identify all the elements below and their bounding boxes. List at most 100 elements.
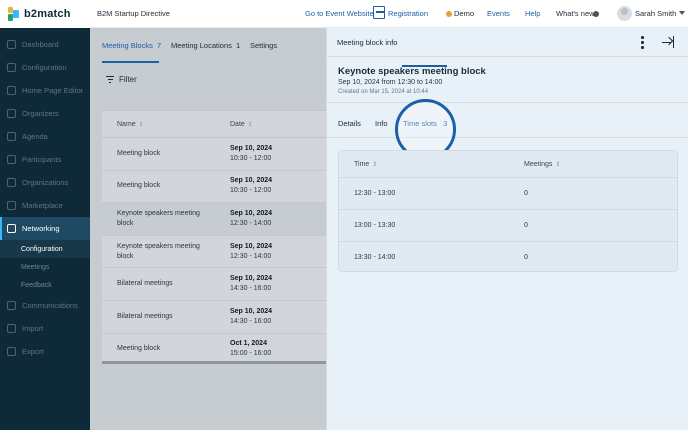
help-link[interactable]: Help (525, 9, 540, 18)
event-website-link[interactable]: Go to Event Website (305, 9, 374, 18)
row-date: Sep 10, 2024 14:30 - 16:00 (230, 307, 272, 327)
more-options-icon[interactable] (640, 36, 644, 49)
avatar[interactable] (617, 6, 632, 21)
table-header: Name ⇕ Date ⇕ (102, 111, 326, 138)
sidebar-item-export[interactable]: Export (0, 340, 90, 363)
sidebar-item-agenda[interactable]: Agenda (0, 125, 90, 148)
slot-meetings: 0 (524, 190, 528, 197)
user-name[interactable]: Sarah Smith (635, 9, 676, 18)
chat-icon (7, 301, 16, 310)
row-date: Sep 10, 2024 10:30 - 12:00 (230, 176, 272, 196)
sidebar-item-label: Organizations (22, 178, 69, 187)
meeting-block-info-panel: Meeting block info Keynote speakers meet… (326, 28, 688, 430)
tab-details[interactable]: Details (338, 119, 361, 128)
slot-time: 13:30 - 14:00 (354, 254, 396, 261)
row-name: Keynote speakers meeting block (117, 242, 200, 260)
row-date-time: 10:30 - 12:00 (230, 154, 272, 162)
import-icon (7, 324, 16, 333)
registration-link[interactable]: Registration (388, 9, 428, 18)
table-row[interactable]: Meeting block Sep 10, 2024 10:30 - 12:00 (102, 138, 326, 171)
row-date-time: 14:30 - 16:00 (230, 317, 272, 325)
table-row[interactable]: 13:00 - 13:30 0 (339, 210, 677, 242)
table-row-selected[interactable]: Keynote speakers meeting block Sep 10, 2… (102, 203, 326, 236)
horizontal-scrollbar[interactable] (102, 361, 326, 364)
main-tabs: Meeting Blocks 7 Meeting Locations 1 Set… (90, 28, 326, 63)
sidebar-item-networking[interactable]: Networking (0, 217, 90, 240)
user-icon (7, 109, 16, 118)
tab-meeting-locations[interactable]: Meeting Locations 1 (171, 41, 240, 50)
sort-icon: ⇕ (138, 122, 144, 128)
row-name: Bilateral meetings (117, 312, 173, 320)
row-name: Meeting block (117, 345, 161, 353)
events-link[interactable]: Events (487, 9, 510, 18)
column-header-date[interactable]: Date ⇕ (230, 121, 253, 128)
sidebar-item-label: Marketplace (22, 201, 63, 210)
table-row[interactable]: Bilateral meetings Sep 10, 2024 14:30 - 1… (102, 268, 326, 301)
whats-new-link[interactable]: What's new (556, 9, 595, 18)
sidebar-subitem-meetings[interactable]: Meetings (0, 258, 90, 276)
column-header-name[interactable]: Name ⇕ (117, 121, 144, 128)
store-icon (7, 201, 16, 210)
sidebar-item-home-page-editor[interactable]: Home Page Editor (0, 79, 90, 102)
tab-label: Meeting Locations (171, 41, 232, 50)
chevron-down-icon[interactable] (679, 11, 685, 15)
sidebar-subitem-feedback[interactable]: Feedback (0, 276, 90, 294)
row-date-time: 15:00 - 16:00 (230, 350, 272, 358)
table-row[interactable]: Bilateral meetings Sep 10, 2024 14:30 - 1… (102, 301, 326, 334)
logo[interactable]: b2match (0, 0, 90, 28)
panel-header: Meeting block info (327, 28, 688, 57)
users-icon (7, 155, 16, 164)
row-name: Bilateral meetings (117, 280, 173, 288)
table-row[interactable]: Meeting block Sep 10, 2024 10:30 - 12:00 (102, 171, 326, 204)
logo-text: b2match (24, 8, 71, 20)
row-date-day: Sep 10, 2024 (230, 307, 273, 315)
sort-icon: ⇕ (555, 162, 561, 168)
sidebar-subitem-configuration[interactable]: Configuration (0, 240, 90, 258)
sidebar-item-import[interactable]: Import (0, 317, 90, 340)
filter-button[interactable]: Filter (106, 75, 137, 84)
calendar-icon (7, 132, 16, 141)
block-title: Keynote speakers meeting block (338, 66, 486, 77)
sidebar-item-label: Dashboard (22, 40, 59, 49)
row-date: Sep 10, 2024 10:30 - 12:00 (230, 144, 272, 164)
table-row[interactable]: 13:30 - 14:00 0 (339, 242, 677, 274)
tab-meeting-blocks[interactable]: Meeting Blocks 7 (102, 41, 161, 50)
table-row[interactable]: 12:30 - 13:00 0 (339, 178, 677, 210)
sidebar-item-label: Export (22, 347, 44, 356)
sort-icon: ⇕ (247, 122, 253, 128)
row-name: Meeting block (117, 182, 161, 190)
tab-label: Meeting Blocks (102, 41, 153, 50)
block-created: Created on Mar 15, 2024 at 10:44 (338, 89, 429, 95)
column-header-time[interactable]: Time ⇕ (354, 161, 377, 168)
tab-label: Settings (250, 41, 278, 50)
row-date-time: 14:30 - 16:00 (230, 285, 272, 293)
sidebar-item-communications[interactable]: Communications (0, 294, 90, 317)
close-panel-icon[interactable] (662, 36, 674, 48)
row-date-day: Sep 10, 2024 (230, 242, 273, 250)
time-slots-table: Time ⇕ Meetings ⇕ 12:30 - 13:00 0 13:00 - … (338, 150, 678, 272)
sidebar-item-participants[interactable]: Participants (0, 148, 90, 171)
wrench-icon (7, 63, 16, 72)
sidebar-item-organizers[interactable]: Organizers (0, 102, 90, 125)
sidebar-item-dashboard[interactable]: Dashboard (0, 33, 90, 56)
row-date-day: Sep 10, 2024 (230, 144, 273, 152)
project-title: B2M Startup Directive (97, 9, 170, 18)
sidebar-item-label: Home Page Editor (22, 86, 84, 95)
registration-icon[interactable] (373, 6, 385, 19)
building-icon (7, 178, 16, 187)
demo-link[interactable]: Demo (454, 9, 474, 18)
row-date-day: Sep 10, 2024 (230, 177, 273, 185)
sidebar-item-configuration[interactable]: Configuration (0, 56, 90, 79)
sidebar-item-label: Agenda (22, 132, 48, 141)
tab-info[interactable]: Info (375, 119, 388, 128)
table-row[interactable]: Keynote speakers meeting block Sep 10, 2… (102, 236, 326, 269)
tab-count: 1 (236, 41, 241, 50)
row-name: Keynote speakers meeting block (117, 209, 200, 227)
tab-settings[interactable]: Settings (250, 41, 277, 50)
row-date: Sep 10, 2024 12:30 - 14:00 (230, 209, 272, 229)
sidebar-item-organizations[interactable]: Organizations (0, 171, 90, 194)
sidebar-item-label: Import (22, 324, 44, 333)
sidebar-item-marketplace[interactable]: Marketplace (0, 194, 90, 217)
slot-meetings: 0 (524, 222, 528, 229)
column-header-meetings[interactable]: Meetings ⇕ (524, 161, 560, 168)
